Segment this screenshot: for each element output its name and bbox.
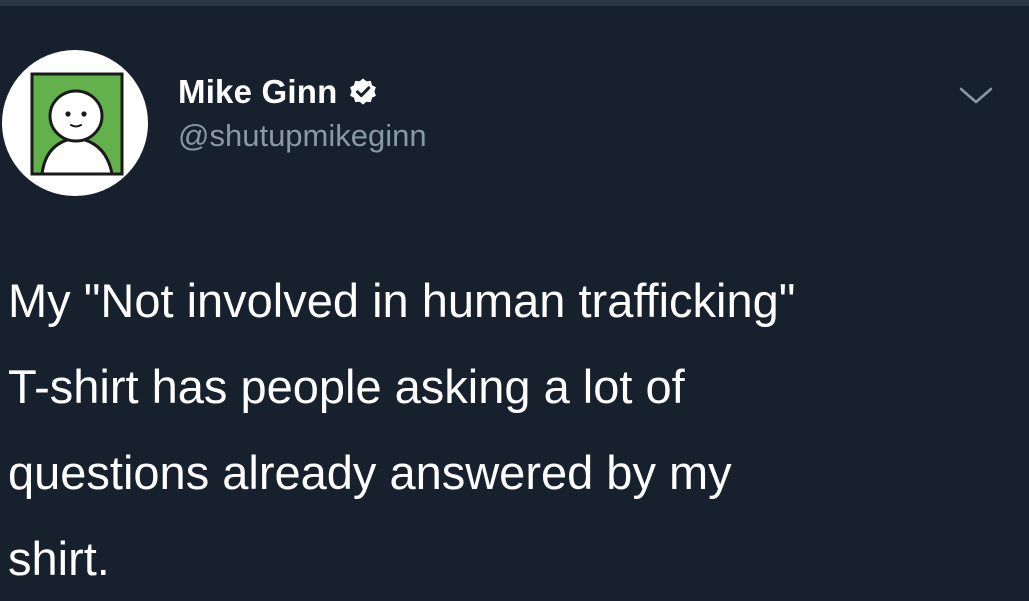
chevron-down-icon[interactable] [958,86,994,106]
cartoon-person-avatar-icon [30,72,124,176]
display-name-row: Mike Ginn [178,70,427,114]
user-handle[interactable]: @shutupmikeginn [178,118,427,154]
tweet-text: My "Not involved in human trafficking" T… [8,274,796,585]
verified-badge-icon [348,77,378,107]
display-name[interactable]: Mike Ginn [178,73,338,111]
author-block: Mike Ginn @shutupmikeginn [178,70,427,154]
avatar[interactable] [2,50,148,196]
tweet-card: Mike Ginn @shutupmikeginn My "Not involv… [0,6,1029,601]
